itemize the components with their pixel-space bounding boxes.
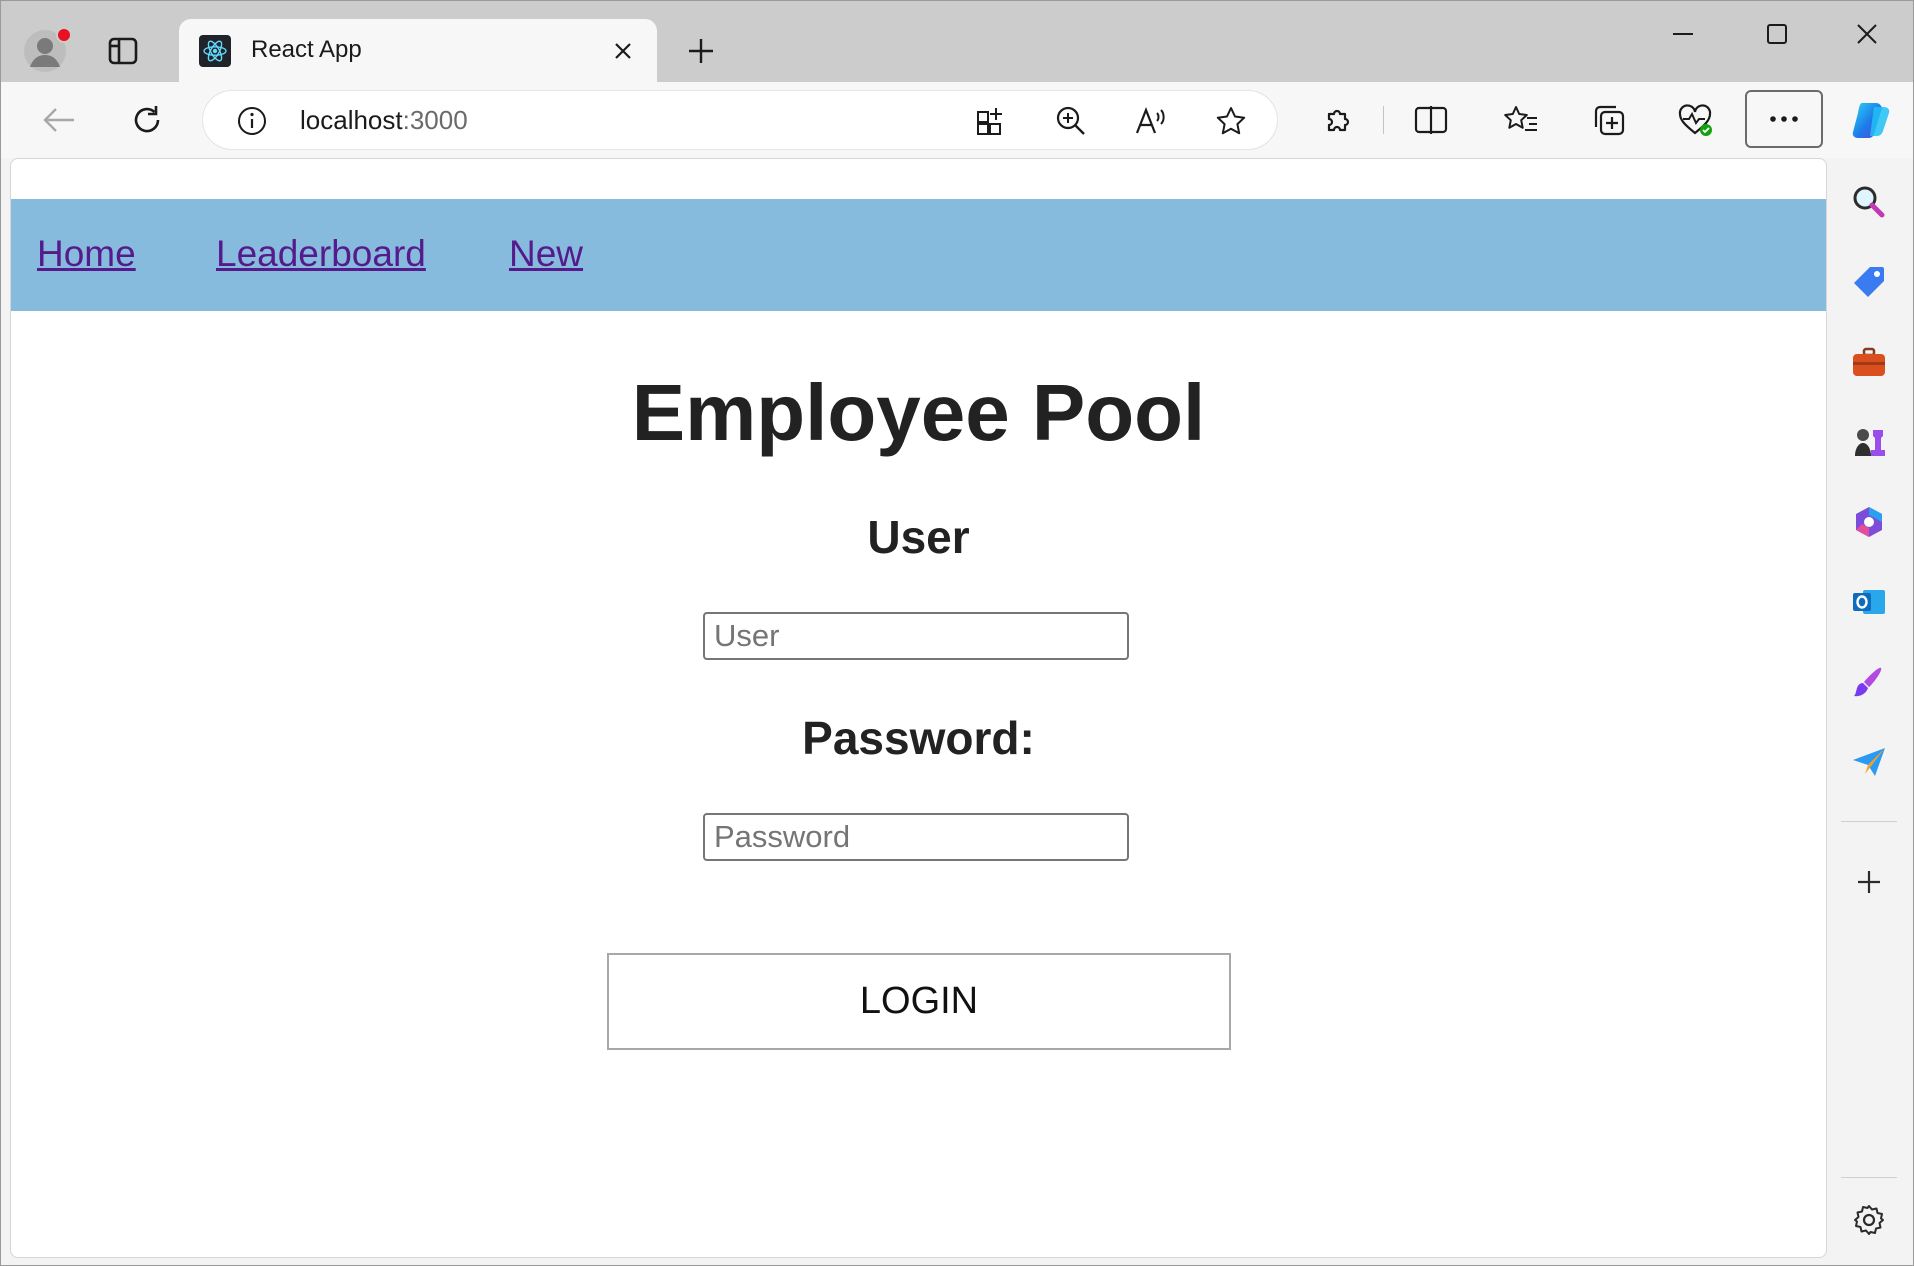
tab-strip: React App	[1, 1, 1913, 82]
favorites-icon[interactable]	[1501, 100, 1541, 140]
favorite-star-icon[interactable]	[1213, 103, 1249, 139]
login-button[interactable]: LOGIN	[607, 953, 1231, 1050]
url-host: localhost	[300, 105, 403, 135]
nav-bar: Home Leaderboard New	[11, 199, 1826, 311]
nav-link-leaderboard[interactable]: Leaderboard	[216, 233, 426, 275]
page-title: Employee Pool	[631, 368, 1206, 457]
extensions-icon[interactable]	[1317, 100, 1357, 140]
copilot-icon[interactable]	[1847, 96, 1895, 144]
vertical-tabs-icon[interactable]	[105, 35, 141, 67]
split-screen-icon[interactable]	[1411, 100, 1451, 140]
address-bar[interactable]: localhost:3000	[203, 91, 1277, 149]
profile-avatar-icon[interactable]	[21, 25, 73, 77]
outlook-icon[interactable]	[1847, 580, 1891, 624]
close-window-icon[interactable]	[1847, 17, 1887, 51]
browser-essentials-icon[interactable]	[1675, 100, 1715, 140]
browser-toolbar: localhost:3000	[1, 82, 1913, 158]
back-arrow-icon[interactable]	[37, 100, 81, 140]
user-input[interactable]	[703, 612, 1129, 660]
close-tab-icon[interactable]	[611, 39, 635, 63]
sidebar-divider	[1841, 1177, 1897, 1178]
new-tab-icon[interactable]	[683, 33, 719, 69]
url-text: localhost:3000	[300, 105, 468, 136]
read-aloud-icon[interactable]	[1133, 103, 1169, 139]
drop-send-icon[interactable]	[1847, 740, 1891, 784]
password-label: Password:	[802, 712, 1035, 764]
react-logo-icon	[199, 35, 231, 67]
site-info-icon[interactable]	[235, 104, 269, 138]
shopping-tag-icon[interactable]	[1847, 260, 1891, 304]
browser-sidebar	[1831, 158, 1913, 1265]
refresh-icon[interactable]	[125, 100, 169, 140]
more-options-button[interactable]	[1745, 90, 1823, 148]
nav-link-home[interactable]: Home	[37, 233, 136, 275]
password-input[interactable]	[703, 813, 1129, 861]
settings-gear-icon[interactable]	[1847, 1198, 1891, 1242]
minimize-icon[interactable]	[1663, 17, 1703, 51]
nav-link-new[interactable]: New	[509, 233, 583, 275]
app-available-icon[interactable]	[973, 103, 1009, 139]
browser-window: React App localhost:3000 Home Leaderboar…	[0, 0, 1914, 1266]
search-icon[interactable]	[1847, 180, 1891, 224]
url-port: :3000	[402, 105, 468, 135]
more-options-icon	[1770, 116, 1798, 122]
page-viewport: Home Leaderboard New Employee Pool User …	[10, 158, 1827, 1258]
sidebar-divider	[1841, 821, 1897, 822]
zoom-icon[interactable]	[1053, 103, 1089, 139]
tab-react-app[interactable]: React App	[179, 19, 657, 82]
collections-icon[interactable]	[1589, 100, 1629, 140]
maximize-icon[interactable]	[1757, 17, 1797, 51]
tools-briefcase-icon[interactable]	[1847, 340, 1891, 384]
toolbar-divider	[1383, 106, 1384, 134]
tab-title: React App	[251, 36, 362, 63]
games-icon[interactable]	[1847, 420, 1891, 464]
user-label: User	[867, 511, 970, 563]
add-icon[interactable]	[1847, 860, 1891, 904]
microsoft-365-icon[interactable]	[1847, 500, 1891, 544]
designer-icon[interactable]	[1847, 660, 1891, 704]
